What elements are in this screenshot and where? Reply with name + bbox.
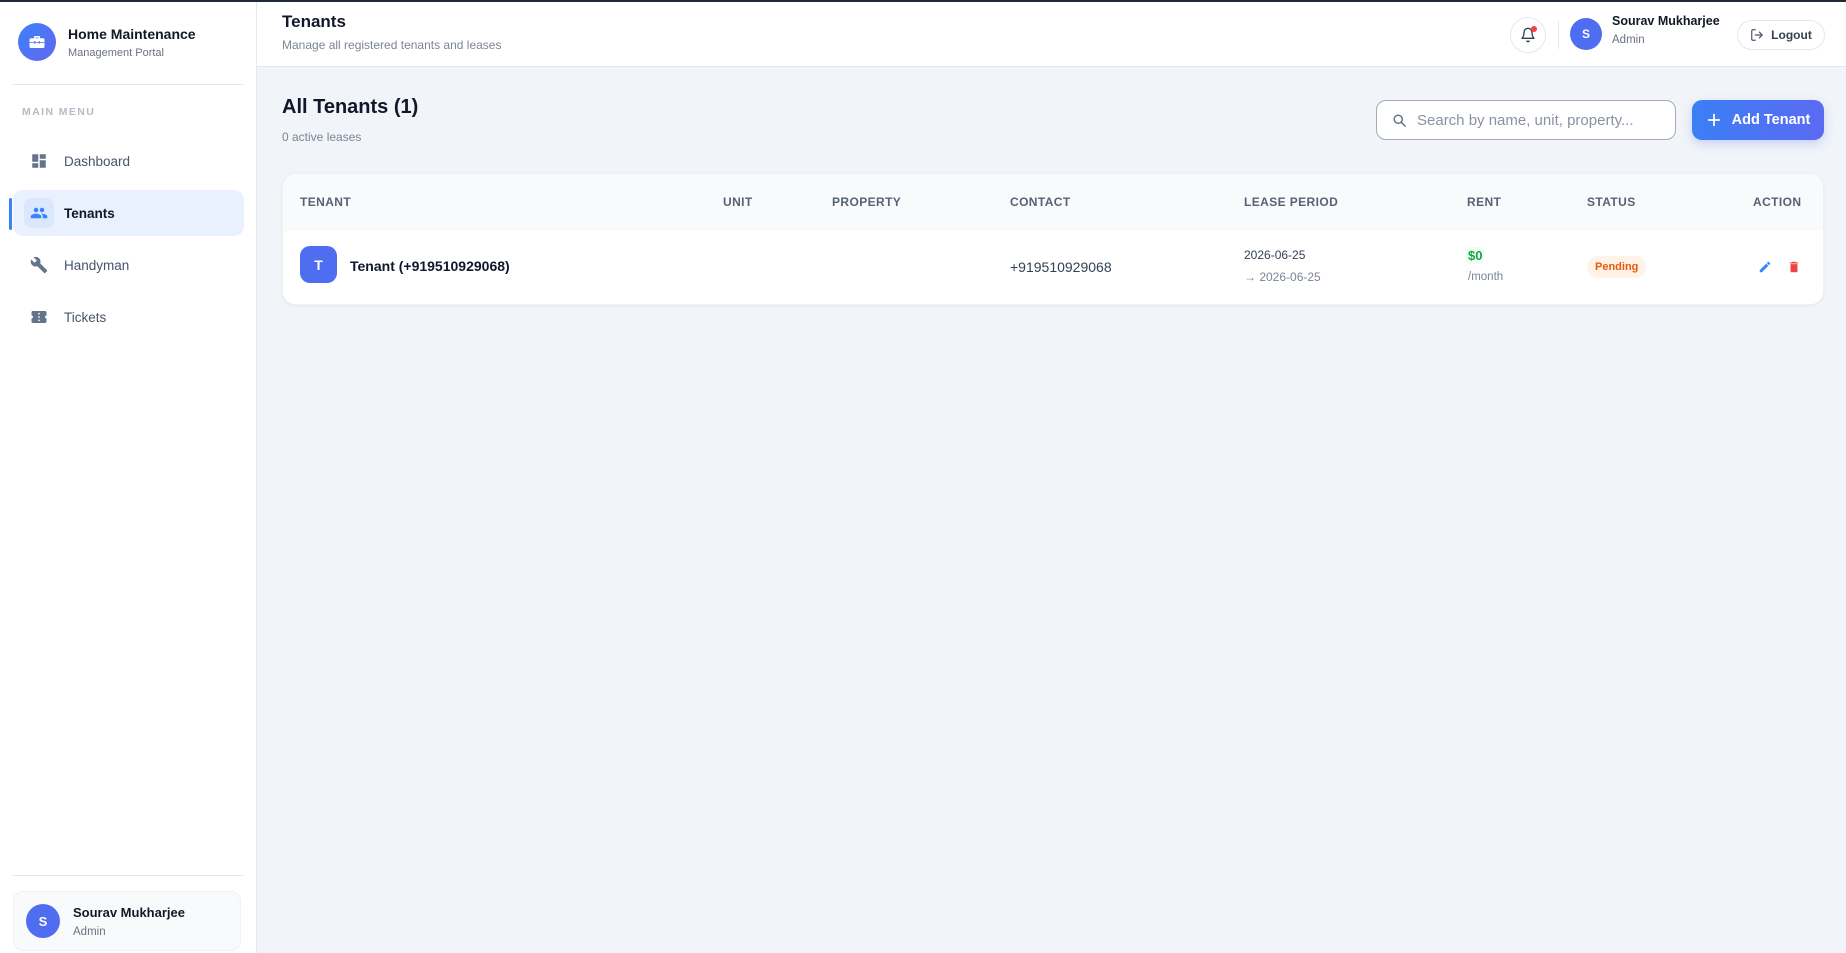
tenant-avatar: T bbox=[300, 246, 337, 283]
column-header-lease-period[interactable]: LEASE PERIOD bbox=[1244, 195, 1338, 209]
notifications-button[interactable] bbox=[1510, 17, 1546, 53]
brand[interactable]: Home Maintenance Management Portal bbox=[18, 23, 196, 61]
logout-label: Logout bbox=[1771, 28, 1812, 42]
sidebar-item-label: Tickets bbox=[64, 309, 107, 325]
lease-start: 2026-06-25 bbox=[1244, 248, 1306, 262]
ticket-icon bbox=[28, 306, 50, 328]
logout-button[interactable]: Logout bbox=[1737, 20, 1825, 50]
add-tenant-label: Add Tenant bbox=[1731, 112, 1811, 128]
pencil-icon bbox=[1758, 260, 1772, 274]
page-title: Tenants bbox=[282, 12, 346, 31]
active-indicator bbox=[9, 198, 12, 230]
profile-role: Admin bbox=[73, 925, 106, 938]
rent-amount: $0 bbox=[1466, 247, 1485, 264]
column-header-unit[interactable]: UNIT bbox=[723, 195, 753, 209]
brand-subtitle: Management Portal bbox=[68, 47, 164, 59]
sidebar-item-label: Dashboard bbox=[64, 153, 131, 169]
search-icon bbox=[1392, 113, 1407, 128]
user-name: Sourav Mukharjee bbox=[1612, 14, 1720, 28]
toolbox-icon bbox=[18, 23, 56, 61]
column-header-rent[interactable]: RENT bbox=[1467, 195, 1501, 209]
menu-heading: MAIN MENU bbox=[22, 106, 96, 118]
brand-title: Home Maintenance bbox=[68, 26, 196, 42]
table-header: TENANT UNIT PROPERTY CONTACT LEASE PERIO… bbox=[283, 174, 1823, 231]
section-heading: All Tenants (1) bbox=[282, 96, 419, 118]
sidebar-item-tenants[interactable]: Tenants bbox=[13, 190, 244, 236]
table-row[interactable]: T Tenant (+919510929068) +919510929068 2… bbox=[283, 231, 1823, 304]
trash-icon bbox=[1787, 260, 1801, 274]
dashboard-icon bbox=[28, 150, 50, 172]
sidebar-item-tickets[interactable]: Tickets bbox=[13, 294, 244, 340]
user-role: Admin bbox=[1612, 34, 1645, 46]
divider bbox=[1558, 21, 1559, 49]
divider bbox=[13, 875, 243, 876]
sidebar-item-dashboard[interactable]: Dashboard bbox=[13, 138, 244, 184]
tenants-table: TENANT UNIT PROPERTY CONTACT LEASE PERIO… bbox=[282, 173, 1824, 305]
sidebar-profile[interactable]: S Sourav Mukharjee Admin bbox=[13, 891, 241, 951]
column-header-action: ACTION bbox=[1753, 195, 1802, 209]
column-header-tenant[interactable]: TENANT bbox=[300, 195, 351, 209]
edit-button[interactable] bbox=[1756, 258, 1774, 276]
status-badge: Pending bbox=[1587, 256, 1647, 278]
wrench-icon bbox=[28, 254, 50, 276]
avatar: S bbox=[26, 904, 60, 938]
logout-icon bbox=[1750, 28, 1764, 42]
avatar: S bbox=[1570, 18, 1602, 50]
profile-name: Sourav Mukharjee bbox=[73, 904, 185, 920]
search-input[interactable] bbox=[1417, 111, 1657, 129]
user-menu[interactable]: S Sourav Mukharjee Admin bbox=[1570, 14, 1720, 50]
sidebar-item-label: Handyman bbox=[64, 257, 130, 273]
tenant-contact: +919510929068 bbox=[1010, 259, 1112, 275]
lease-end: → 2026-06-25 bbox=[1244, 270, 1321, 284]
plus-icon bbox=[1706, 112, 1722, 128]
section-subheading: 0 active leases bbox=[282, 130, 362, 144]
add-tenant-button[interactable]: Add Tenant bbox=[1692, 100, 1824, 140]
sidebar-item-handyman[interactable]: Handyman bbox=[13, 242, 244, 288]
sidebar-item-label: Tenants bbox=[64, 205, 115, 221]
top-header: Tenants Manage all registered tenants an… bbox=[257, 2, 1846, 67]
column-header-property[interactable]: PROPERTY bbox=[832, 195, 901, 209]
delete-button[interactable] bbox=[1785, 258, 1803, 276]
page-subtitle: Manage all registered tenants and leases bbox=[282, 38, 502, 52]
column-header-status[interactable]: STATUS bbox=[1587, 195, 1636, 209]
sidebar: Home Maintenance Management Portal MAIN … bbox=[0, 2, 257, 953]
divider bbox=[13, 84, 243, 85]
notification-dot bbox=[1531, 26, 1537, 32]
tenant-name[interactable]: Tenant (+919510929068) bbox=[350, 258, 510, 274]
search-box[interactable] bbox=[1376, 100, 1676, 140]
rent-unit: /month bbox=[1468, 271, 1504, 283]
people-icon bbox=[24, 198, 54, 228]
column-header-contact[interactable]: CONTACT bbox=[1010, 195, 1071, 209]
